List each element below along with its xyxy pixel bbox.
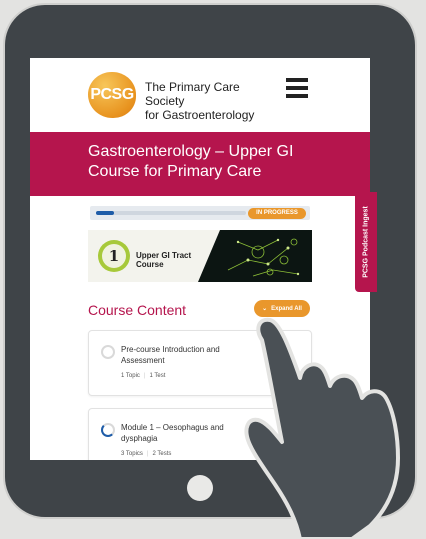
- badge-number: 1: [102, 244, 126, 268]
- org-name-line2: for Gastroenterology: [145, 108, 255, 122]
- logo-text: PCSG: [90, 86, 134, 103]
- org-name-line1: The Primary Care Society: [145, 80, 240, 108]
- circuit-graphic: [198, 230, 300, 282]
- site-header: PCSG The Primary Care Society for Gastro…: [30, 58, 370, 132]
- module-tests: 2 Tests: [152, 451, 172, 457]
- expand-all-button[interactable]: ⌄ Expand All: [254, 300, 310, 317]
- module-topics: 3 Topics: [121, 451, 143, 457]
- pcsg-logo[interactable]: PCSG: [88, 72, 136, 118]
- module-meta: 1 Topic | 1 Test: [121, 373, 166, 379]
- module-card[interactable]: Pre-course Introduction and Assessment 1…: [88, 330, 312, 396]
- course-image: 1 Upper GI Tract Course: [88, 230, 312, 282]
- module-tests: 1 Test: [149, 373, 166, 379]
- number-badge: 1: [98, 240, 130, 272]
- expand-all-label: Expand All: [271, 305, 302, 312]
- podcast-side-tab[interactable]: PCSG Podcast Ingest: [355, 192, 377, 292]
- hamburger-menu-icon[interactable]: [286, 78, 308, 98]
- tablet-home-button[interactable]: [187, 475, 213, 501]
- org-name: The Primary Care Society for Gastroenter…: [145, 80, 280, 122]
- course-title: Gastroenterology – Upper GI Course for P…: [88, 143, 294, 180]
- module-title: Module 1 – Oesophagus and dysphagia: [121, 423, 224, 443]
- course-banner: Gastroenterology – Upper GI Course for P…: [30, 132, 370, 196]
- course-progress-bar: IN PROGRESS: [90, 206, 310, 220]
- module-title: Pre-course Introduction and Assessment: [121, 345, 220, 365]
- module-meta: 3 Topics | 2 Tests: [121, 451, 172, 457]
- status-badge: IN PROGRESS: [248, 208, 306, 219]
- side-tab-label: PCSG Podcast Ingest: [362, 206, 370, 278]
- course-content-heading: Course Content: [88, 302, 187, 318]
- progress-circle-icon: [101, 423, 115, 437]
- progress-track: [96, 211, 246, 215]
- course-image-graphic: [198, 230, 312, 282]
- tablet-screen: PCSG The Primary Care Society for Gastro…: [30, 58, 370, 460]
- chevron-down-icon: ⌄: [262, 306, 268, 312]
- status-circle-icon: [101, 345, 115, 359]
- module-topics: 1 Topic: [121, 373, 140, 379]
- course-image-label-panel: 1 Upper GI Tract Course: [88, 230, 198, 282]
- module-card[interactable]: Module 1 – Oesophagus and dysphagia 3 To…: [88, 408, 312, 460]
- progress-fill: [96, 211, 114, 215]
